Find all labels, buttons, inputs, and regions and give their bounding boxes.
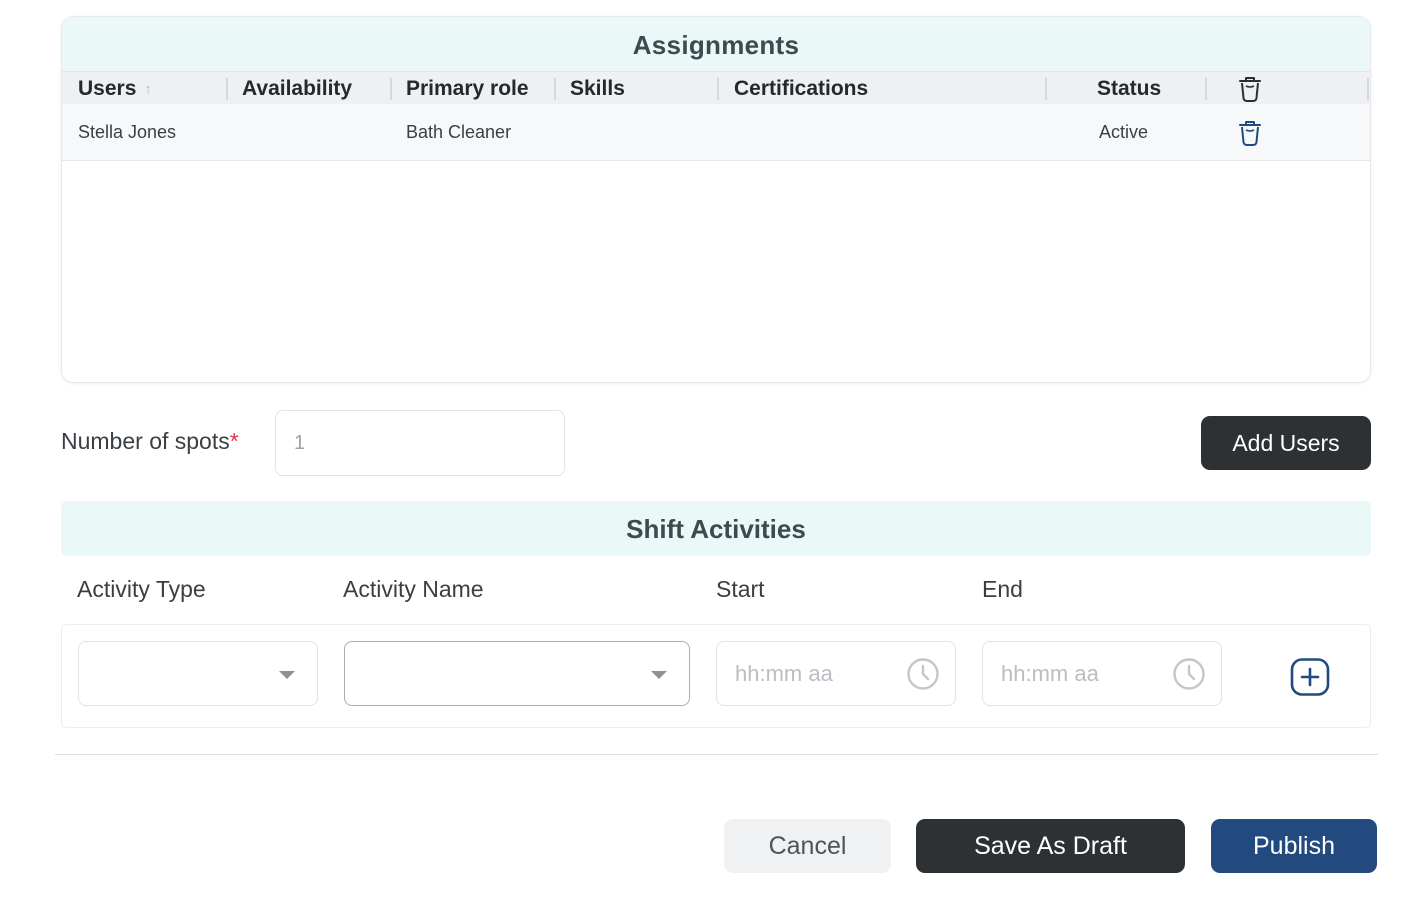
chevron-down-icon (651, 671, 667, 679)
arrow-up-icon[interactable]: ↑ (144, 81, 152, 98)
table-row[interactable]: Stella Jones Bath Cleaner Active (62, 104, 1370, 161)
cell-user: Stella Jones (78, 122, 177, 142)
activity-name-header: Activity Name (343, 576, 484, 602)
plus-square-icon[interactable] (1290, 658, 1330, 696)
start-time-input[interactable]: hh:mm aa (716, 641, 956, 706)
assignments-grid-header: Users ↑ Availability Primary role Skills … (62, 71, 1370, 104)
column-resize-handle[interactable] (390, 78, 392, 100)
shift-activities-title: Shift Activities (61, 501, 1371, 556)
end-time-input[interactable]: hh:mm aa (982, 641, 1222, 706)
cancel-button[interactable]: Cancel (724, 819, 891, 873)
chevron-down-icon (279, 671, 295, 679)
column-resize-handle[interactable] (1367, 78, 1369, 100)
column-header-availability[interactable]: Availability (242, 72, 352, 105)
trash-icon[interactable] (1237, 119, 1263, 147)
footer-divider (55, 754, 1378, 755)
save-as-draft-button[interactable]: Save As Draft (916, 819, 1185, 873)
assignments-title: Assignments (62, 17, 1370, 71)
assignments-card: Assignments Users ↑ Availability Primary … (61, 16, 1371, 383)
column-header-certifications[interactable]: Certifications (734, 72, 868, 105)
column-header-users[interactable]: Users ↑ (78, 72, 152, 105)
activity-row: hh:mm aa hh:mm aa (61, 624, 1371, 728)
column-header-status[interactable]: Status (1097, 72, 1161, 105)
column-resize-handle[interactable] (226, 78, 228, 100)
number-of-spots-label: Number of spots* (61, 428, 239, 455)
end-header: End (982, 576, 1023, 602)
trash-icon[interactable] (1237, 75, 1263, 103)
end-time-placeholder: hh:mm aa (1001, 661, 1099, 686)
column-resize-handle[interactable] (1205, 78, 1207, 100)
start-time-placeholder: hh:mm aa (735, 661, 833, 686)
activity-type-header: Activity Type (77, 576, 206, 602)
column-header-primary-role[interactable]: Primary role (406, 72, 529, 105)
spots-label-text: Number of spots (61, 428, 230, 454)
clock-icon[interactable] (1172, 657, 1206, 691)
number-of-spots-input[interactable] (275, 410, 565, 476)
column-users-label: Users (78, 77, 137, 100)
required-mark: * (229, 428, 239, 454)
column-resize-handle[interactable] (717, 78, 719, 100)
activity-name-select[interactable] (344, 641, 690, 706)
clock-icon[interactable] (906, 657, 940, 691)
activity-type-select[interactable] (78, 641, 318, 706)
publish-button[interactable]: Publish (1211, 819, 1377, 873)
column-resize-handle[interactable] (1045, 78, 1047, 100)
cell-primary-role: Bath Cleaner (406, 122, 512, 142)
column-resize-handle[interactable] (554, 78, 556, 100)
add-users-button[interactable]: Add Users (1201, 416, 1371, 470)
start-header: Start (716, 576, 765, 602)
column-header-skills[interactable]: Skills (570, 72, 625, 105)
cell-status: Active (1099, 122, 1149, 142)
